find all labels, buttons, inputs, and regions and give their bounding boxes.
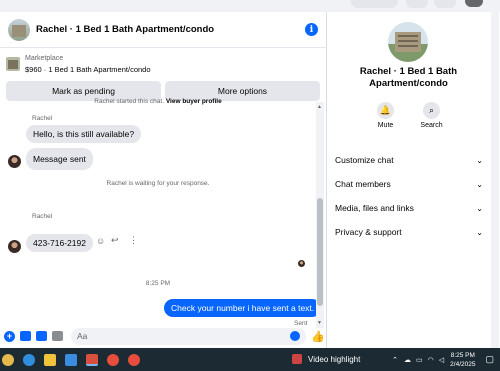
sticker-icon[interactable] — [36, 331, 47, 341]
search-pill[interactable] — [351, 0, 398, 8]
listing-thumbnail — [6, 57, 20, 71]
battery-icon[interactable]: ▭ — [416, 356, 423, 364]
scroll-up-icon[interactable]: ▲ — [317, 104, 322, 110]
volume-icon[interactable]: ◁ — [439, 356, 444, 364]
chevron-down-icon: ⌄ — [476, 179, 483, 189]
chevron-up-icon[interactable]: ⌃ — [392, 356, 398, 364]
wifi-icon[interactable]: ◠ — [428, 356, 434, 364]
message-bubble[interactable]: 423-716-2192 — [26, 234, 93, 252]
listing-label: Marketplace — [25, 55, 64, 62]
app-icon[interactable] — [2, 353, 14, 366]
details-title: Rachel · 1 Bed 1 Bath Apartment/condo — [359, 66, 458, 89]
chat-started-text: Rachel started this chat. — [94, 98, 165, 105]
sender-avatar[interactable] — [8, 240, 21, 253]
read-receipt-avatar — [298, 260, 305, 267]
chat-started-notice: Rachel started this chat. View buyer pro… — [0, 98, 316, 107]
menu-item-label: Customize chat — [335, 155, 394, 165]
composer: + Aa 👍 — [0, 324, 326, 348]
taskbar: Video highlight ⌃ ☁ ▭ ◠ ◁ 8:25 PM 2/4/20… — [0, 348, 500, 371]
mute-button[interactable]: 🔔 Mute — [373, 102, 399, 129]
menu-icon[interactable] — [406, 0, 428, 8]
clock-date: 2/4/2025 — [450, 360, 476, 368]
reply-icon[interactable]: ↩ — [111, 235, 119, 246]
video-highlight-widget[interactable]: Video highlight — [292, 354, 360, 364]
chevron-down-icon: ⌄ — [476, 227, 483, 237]
video-highlight-label: Video highlight — [308, 354, 361, 364]
conversation-profile-image[interactable] — [388, 22, 428, 62]
conversation-avatar[interactable] — [8, 18, 30, 41]
chrome-icon[interactable] — [128, 353, 140, 366]
outgoing-message-bubble[interactable]: Check your number i have sent a text. — [164, 299, 322, 317]
photo-icon[interactable] — [20, 331, 31, 341]
sender-name: Rachel — [32, 115, 53, 122]
search-icon: ⌕ — [423, 102, 440, 119]
view-buyer-profile-link[interactable]: View buyer profile — [166, 98, 222, 105]
menu-item-label: Chat members — [335, 179, 391, 189]
sender-avatar[interactable] — [8, 155, 21, 168]
chevron-down-icon: ⌄ — [476, 203, 483, 213]
store-icon[interactable] — [65, 353, 77, 366]
building-image — [395, 32, 421, 52]
clock[interactable]: 8:25 PM 2/4/2025 — [450, 351, 475, 369]
waiting-status: Rachel is waiting for your response. — [106, 180, 210, 187]
add-icon[interactable]: + — [4, 330, 15, 342]
menu-item-customize-chat[interactable]: Customize chat ⌄ — [335, 148, 483, 172]
message-bubble[interactable]: Hello, is this still available? — [26, 125, 142, 143]
message-scrollbar[interactable]: ▲ ▼ — [316, 102, 324, 328]
menu-item-media-files-links[interactable]: Media, files and links ⌄ — [335, 196, 483, 220]
cloud-icon[interactable]: ☁ — [404, 356, 411, 364]
file-explorer-icon[interactable] — [44, 353, 56, 366]
details-scrollbar[interactable] — [491, 12, 499, 348]
chat-header: Rachel · 1 Bed 1 Bath Apartment/condo i — [0, 12, 326, 48]
mute-label: Mute — [377, 122, 394, 129]
react-icon[interactable]: ☺ — [96, 236, 105, 246]
chevron-down-icon: ⌄ — [476, 155, 483, 165]
search-button[interactable]: ⌕ Search — [419, 102, 445, 129]
chat-panel: Rachel · 1 Bed 1 Bath Apartment/condo i … — [0, 12, 327, 348]
account-avatar[interactable] — [465, 0, 483, 7]
chrome-icon[interactable] — [107, 353, 119, 366]
emoji-icon[interactable] — [290, 331, 300, 341]
conversation-details-panel: Rachel · 1 Bed 1 Bath Apartment/condo 🔔 … — [327, 12, 500, 348]
menu-item-label: Media, files and links — [335, 203, 414, 213]
scroll-thumb[interactable] — [317, 198, 323, 306]
message-list: Rachel started this chat. View buyer pro… — [0, 98, 322, 328]
listing-subtitle: $960 · 1 Bed 1 Bath Apartment/condo — [25, 65, 151, 74]
more-icon[interactable]: ⋮ — [129, 235, 138, 246]
timestamp: 8:25 PM — [145, 280, 171, 287]
search-label: Search — [420, 122, 443, 129]
message-input[interactable]: Aa — [71, 327, 306, 345]
clock-time: 8:25 PM — [450, 351, 475, 359]
video-thumbnail-icon — [292, 354, 302, 364]
active-app-icon[interactable] — [86, 353, 98, 366]
notification-icon[interactable]: ▢ — [485, 354, 494, 365]
edge-icon[interactable] — [23, 353, 35, 366]
menu-item-privacy-support[interactable]: Privacy & support ⌄ — [335, 220, 483, 244]
marketplace-listing[interactable]: Marketplace $960 · 1 Bed 1 Bath Apartmen… — [0, 48, 326, 80]
details-actions: 🔔 Mute ⌕ Search — [327, 102, 490, 129]
conversation-title[interactable]: Rachel · 1 Bed 1 Bath Apartment/condo — [36, 24, 305, 35]
menu-item-chat-members[interactable]: Chat members ⌄ — [335, 172, 483, 196]
menu-item-label: Privacy & support — [335, 227, 402, 237]
sender-name: Rachel — [32, 213, 53, 220]
message-input-placeholder: Aa — [77, 331, 88, 341]
message-bubble[interactable]: Message sent — [26, 148, 93, 170]
bell-icon: 🔔 — [377, 102, 394, 119]
thumbs-up-icon[interactable]: 👍 — [311, 330, 325, 343]
top-strip — [0, 0, 500, 12]
info-icon[interactable]: i — [305, 23, 318, 36]
messenger-icon[interactable] — [434, 0, 456, 8]
details-menu: Customize chat ⌄ Chat members ⌄ Media, f… — [335, 148, 483, 244]
gif-icon[interactable] — [52, 331, 63, 341]
system-tray: ⌃ ☁ ▭ ◠ ◁ 8:25 PM 2/4/2025 ▢ — [392, 348, 500, 371]
